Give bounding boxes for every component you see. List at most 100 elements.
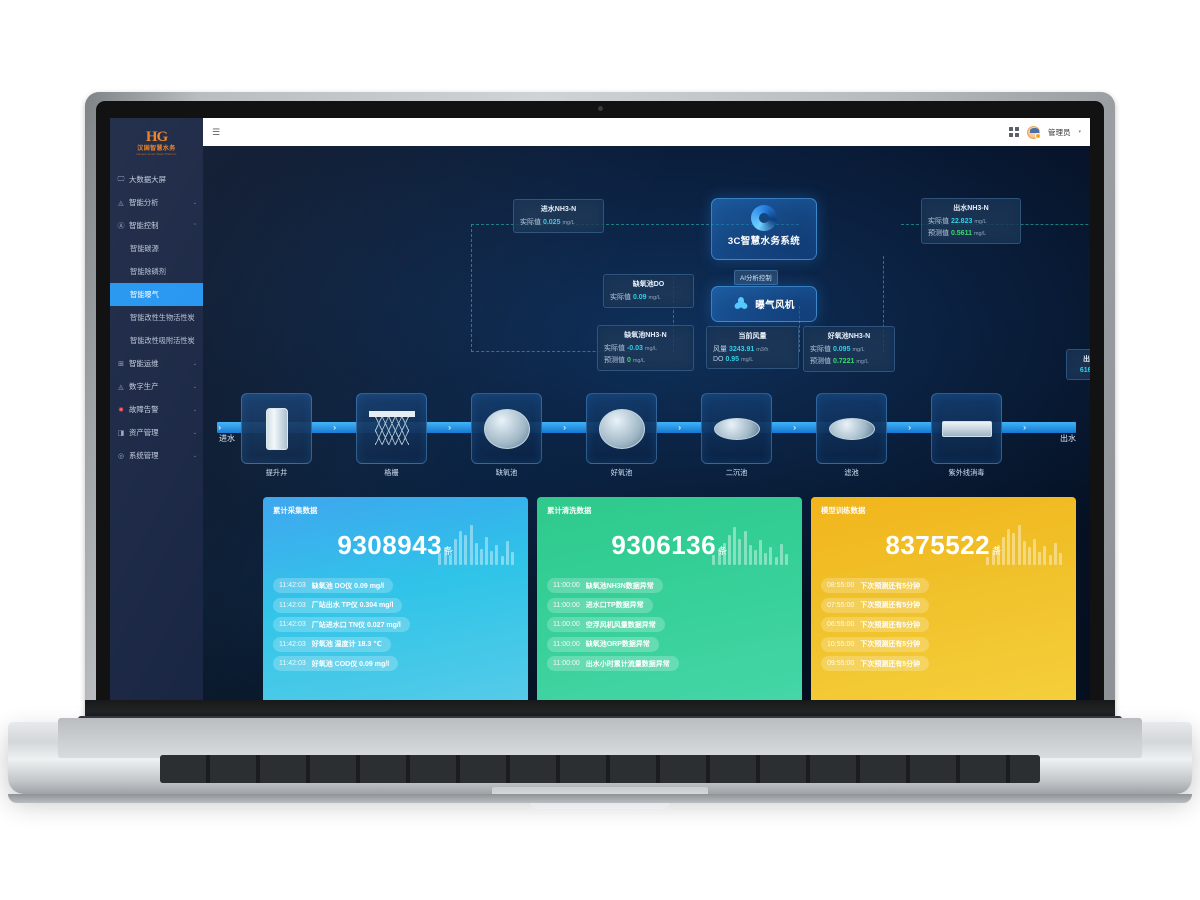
sidebar-subitem-6[interactable]: 智能改性生物活性炭 bbox=[110, 306, 203, 329]
card-row-unit: mg/L bbox=[562, 220, 575, 226]
card-row: 616.01 m³/h bbox=[1073, 367, 1090, 374]
card-aerobic-nh3n[interactable]: 好氧池NH3-N 实际值 0.095 mg/L 预测值 0.7221 mg/L bbox=[803, 326, 895, 372]
card-row-label: DO bbox=[713, 356, 726, 363]
sidebar-item-1[interactable]: ◬ 智能分析 ⌄ bbox=[110, 191, 203, 214]
process-unit-label: 好氧池 bbox=[610, 468, 633, 477]
stat-card-training[interactable]: 模型训练数据8375522条08:55:00下次预测还有5分钟07:55:00下… bbox=[811, 497, 1076, 704]
log-message: 好氧池 COD仪 0.09 mg/l bbox=[311, 660, 390, 668]
log-item[interactable]: 11:42:03 厂站出水 TP仪 0.304 mg/l bbox=[273, 597, 403, 613]
webcam-icon bbox=[598, 106, 603, 111]
card-row: 预测值 0.5611 mg/L bbox=[928, 228, 1014, 238]
chevron-down-icon: ⌄ bbox=[192, 360, 197, 367]
card-row-label: 风量 bbox=[713, 346, 729, 353]
log-message: 缺氧池NH3N数据异常 bbox=[585, 582, 654, 590]
asset-icon: ◨ bbox=[117, 429, 125, 437]
process-unit-4[interactable] bbox=[701, 393, 772, 464]
sidebar-item-9[interactable]: ◬ 数字生产 ⌄ bbox=[110, 375, 203, 398]
log-message: 厂站出水 TP仪 0.304 mg/l bbox=[311, 602, 394, 609]
process-unit-5[interactable] bbox=[816, 393, 887, 464]
sidebar-item-12[interactable]: ◎ 系统管理 ⌄ bbox=[110, 444, 203, 467]
monitor-icon: 🖵 bbox=[117, 175, 125, 183]
card-outflow-nh3n[interactable]: 出水NH3-N 实际值 22.823 mg/L 预测值 0.5611 mg/L bbox=[921, 198, 1021, 244]
secondary-clarifier-icon bbox=[713, 417, 760, 440]
card-outflow-rate[interactable]: 出水流量 616.01 m³/h bbox=[1066, 349, 1090, 380]
sidebar-subitem-3[interactable]: 智能碳源 bbox=[110, 237, 203, 260]
stat-card-log-list: 08:55:00 下次预测还有5分钟 07:55:00 下次预测还有5分钟 06:55:… bbox=[821, 578, 1066, 671]
card-anoxic-do[interactable]: 缺氧池DO 实际值 0.09 mg/L bbox=[603, 274, 694, 308]
sidebar-item-10[interactable]: ✸ 故障告警 ⌄ bbox=[110, 398, 203, 421]
sidebar-subitem-5[interactable]: 智能曝气 bbox=[110, 283, 203, 306]
log-item[interactable]: 11:00:00 出水小时累计流量数据异常 bbox=[547, 656, 679, 671]
stat-card-collected[interactable]: 累计采集数据 9308943 条 11:42:03 缺氧池 DO仪 0.09 mg/l 1… bbox=[263, 497, 528, 704]
stat-card-cleaned[interactable]: 累计清洗数据9306136条11:00:00缺氧池NH3N数据异常11:00:0… bbox=[537, 497, 802, 704]
stat-cards: 累计采集数据 9308943 条 11:42:03 缺氧池 DO仪 0.09 mg/l 1… bbox=[263, 497, 1076, 704]
log-item[interactable]: 11:42:03 厂站进水口 TN仪 0.027 mg/l bbox=[273, 617, 410, 632]
log-time: 10:55:00 bbox=[827, 640, 855, 648]
log-item[interactable]: 11:00:00 进水口TP数据异常 bbox=[547, 597, 653, 613]
base-foot bbox=[8, 794, 1192, 803]
log-message: 缺氧池ORP数据异常 bbox=[585, 641, 650, 648]
log-item[interactable]: 09:55:00 下次预测还有5分钟 bbox=[821, 656, 930, 671]
log-time: 11:00:00 bbox=[553, 601, 580, 609]
sidebar-item-11[interactable]: ◨ 资产管理 ⌄ bbox=[110, 421, 203, 444]
stat-card-title: 累计清洗数据 bbox=[547, 506, 592, 515]
card-row-label: 实际值 bbox=[810, 346, 833, 353]
sidebar-subitem-7[interactable]: 智能改性吸附活性炭 bbox=[110, 329, 203, 352]
avatar[interactable] bbox=[1026, 125, 1041, 139]
card-inflow-nh3n[interactable]: 进水NH3-N 实际值 0.025 mg/L bbox=[513, 199, 604, 233]
filter-tank-icon bbox=[828, 417, 875, 440]
card-title: 出水NH3-N bbox=[953, 205, 989, 212]
log-item[interactable]: 11:00:00 空浮风机风量数据异常 bbox=[547, 617, 665, 632]
sidebar-item-label: 数字生产 bbox=[129, 382, 159, 391]
process-unit-3[interactable] bbox=[586, 393, 657, 464]
card-row: 实际值 22.823 mg/L bbox=[928, 216, 1014, 226]
core-system-title: 3C智慧水务系统 bbox=[727, 236, 801, 247]
sidebar-item-8[interactable]: ⊞ 智能运维 ⌄ bbox=[110, 352, 203, 375]
card-row-value: -0.03 bbox=[626, 345, 643, 352]
card-title: 进水NH3-N bbox=[540, 206, 577, 213]
menu-fold-icon[interactable]: ☰ bbox=[212, 127, 220, 138]
sidebar-subitem-4[interactable]: 智能除磷剂 bbox=[110, 260, 203, 283]
card-anoxic-nh3n[interactable]: 缺氧池NH3-N 实际值 -0.03 mg/L 预测值 0 mg/L bbox=[597, 325, 694, 371]
process-unit-1[interactable] bbox=[356, 393, 427, 464]
log-item[interactable]: 11:00:00 缺氧池NH3N数据异常 bbox=[547, 578, 663, 593]
log-item[interactable]: 06:55:00 下次预测还有5分钟 bbox=[821, 617, 930, 632]
process-unit-label: 二沉池 bbox=[725, 468, 748, 477]
log-item[interactable]: 11:42:03 缺氧池 DO仪 0.09 mg/l bbox=[273, 578, 394, 593]
chevron-down-icon: ⌄ bbox=[192, 383, 197, 390]
process-unit-label: 提升井 bbox=[265, 468, 288, 477]
log-item[interactable]: 11:00:00 缺氧池ORP数据异常 bbox=[547, 636, 659, 652]
card-current-airflow[interactable]: 当前风量 风量 3243.91 m3/h DO 0.95 mg/L bbox=[706, 326, 799, 369]
grid-icon[interactable] bbox=[1008, 127, 1019, 137]
card-row-value: 0.09 bbox=[632, 294, 647, 301]
blower-box[interactable]: 曝气风机 bbox=[711, 286, 817, 322]
log-time: 06:55:00 bbox=[827, 621, 855, 628]
ai-control-label: AI分析控制 bbox=[734, 270, 778, 285]
log-item[interactable]: 11:42:03 好氧池 COD仪 0.09 mg/l bbox=[273, 656, 399, 671]
chevron-down-icon[interactable]: ▾ bbox=[1078, 129, 1081, 135]
process-unit-2[interactable] bbox=[471, 393, 542, 464]
flow-chevron: ›› bbox=[908, 423, 912, 432]
core-system-box[interactable]: 3C智慧水务系统 bbox=[711, 198, 817, 260]
card-row-unit: mg/L bbox=[741, 357, 754, 363]
log-item[interactable]: 08:55:00 下次预测还有5分钟 bbox=[821, 578, 930, 593]
brand-logo[interactable]: HG 汉国智慧水务 Hanguo Smart Water Platform bbox=[110, 118, 203, 164]
log-item[interactable]: 11:42:03 好氧池 温度计 18.3 ℃ bbox=[273, 636, 391, 652]
process-unit-6[interactable] bbox=[931, 393, 1002, 464]
logo-mark: HG bbox=[145, 129, 168, 145]
card-row: DO 0.95 mg/L bbox=[713, 356, 792, 363]
card-row-value: 22.823 bbox=[950, 218, 973, 225]
card-row: 实际值 0.09 mg/L bbox=[610, 292, 687, 302]
log-item[interactable]: 07:55:00 下次预测还有5分钟 bbox=[821, 597, 930, 613]
aerobic-tank-icon bbox=[598, 408, 645, 449]
sidebar-item-label: 智能运维 bbox=[129, 359, 159, 368]
log-item[interactable]: 10:55:00 下次预测还有5分钟 bbox=[821, 636, 930, 652]
card-row-label: 预测值 bbox=[928, 230, 951, 237]
production-icon: ◬ bbox=[118, 383, 124, 391]
card-row-label: 实际值 bbox=[520, 219, 543, 226]
user-name: 管理员 bbox=[1047, 127, 1071, 137]
sidebar-item-2[interactable]: Ⓐ 智能控制 ⌃ bbox=[110, 214, 203, 237]
sidebar-item-0[interactable]: 🖵 大数据大屏 bbox=[110, 168, 203, 191]
connector-left-vertical bbox=[471, 224, 472, 352]
process-unit-0[interactable] bbox=[241, 393, 312, 464]
